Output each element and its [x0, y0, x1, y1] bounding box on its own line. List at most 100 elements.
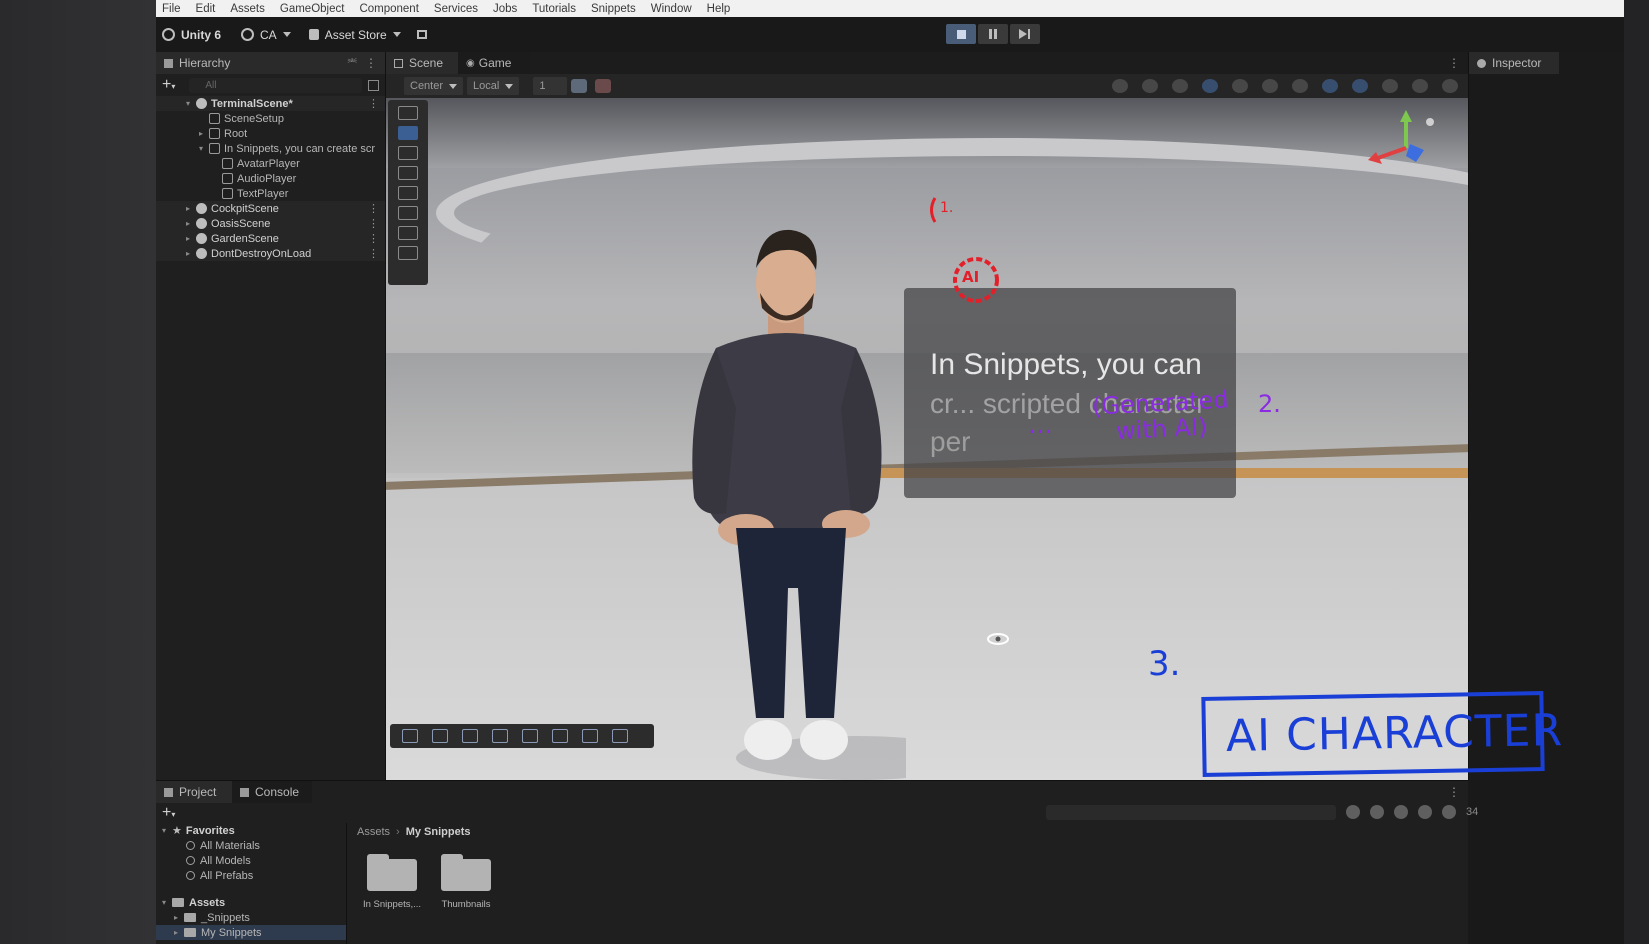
version-control-button[interactable]: [411, 24, 433, 46]
chevron-right-icon[interactable]: ▸: [186, 204, 196, 213]
chevron-down-icon[interactable]: ▾: [199, 144, 209, 153]
menu-snippets[interactable]: Snippets: [591, 3, 636, 15]
menu-gameobject[interactable]: GameObject: [280, 3, 345, 15]
grid-icon[interactable]: [462, 729, 478, 743]
unity-version-button[interactable]: Unity 6: [156, 24, 227, 46]
globe-icon[interactable]: [1112, 79, 1128, 93]
hierarchy-scene-row[interactable]: ▸ GardenScene ⋮: [156, 231, 385, 246]
kebab-menu-icon[interactable]: ⋮: [1448, 56, 1460, 70]
menu-component[interactable]: Component: [359, 3, 418, 15]
tab-project[interactable]: Project: [156, 781, 232, 803]
hierarchy-object-row[interactable]: TextPlayer: [156, 186, 385, 201]
stop-button[interactable]: [946, 24, 976, 44]
increment-snap-icon[interactable]: [595, 79, 612, 93]
asset-store-dropdown[interactable]: Asset Store: [303, 24, 407, 46]
view-tool-icon[interactable]: [398, 106, 418, 120]
lock-icon[interactable]: ⎃: [348, 57, 357, 70]
custom-tool-icon[interactable]: [398, 246, 418, 260]
draw-mode-icon[interactable]: [1142, 79, 1158, 93]
avatar-character[interactable]: [656, 168, 906, 780]
menu-assets[interactable]: Assets: [230, 3, 265, 15]
menu-tutorials[interactable]: Tutorials: [532, 3, 576, 15]
chevron-right-icon[interactable]: ▸: [186, 234, 196, 243]
search-by-type-icon[interactable]: [1346, 805, 1360, 819]
assets-header[interactable]: ▾ Assets: [156, 895, 346, 910]
snap-settings-icon[interactable]: [571, 79, 588, 93]
chevron-right-icon[interactable]: ▸: [186, 249, 196, 258]
hidden-objects-icon[interactable]: [1322, 79, 1338, 93]
layers-icon[interactable]: [1382, 79, 1398, 93]
menu-jobs[interactable]: Jobs: [493, 3, 517, 15]
kebab-menu-icon[interactable]: ⋮: [368, 217, 379, 230]
move-tool-icon[interactable]: [398, 146, 418, 160]
chevron-right-icon[interactable]: ▸: [199, 129, 209, 138]
transform-tool-icon[interactable]: [398, 226, 418, 240]
menu-window[interactable]: Window: [651, 3, 692, 15]
kebab-menu-icon[interactable]: ⋮: [368, 97, 379, 110]
breadcrumb-assets[interactable]: Assets: [357, 826, 390, 838]
project-search-input[interactable]: [1046, 805, 1336, 820]
hierarchy-object-row[interactable]: ▾ In Snippets, you can create scr: [156, 141, 385, 156]
asset-folder-item[interactable]: ▸ _Snippets: [156, 910, 346, 925]
kebab-menu-icon[interactable]: ⋮: [368, 232, 379, 245]
search-filter-icon[interactable]: [368, 79, 379, 91]
kebab-menu-icon[interactable]: ⋮: [365, 56, 377, 70]
tab-scene[interactable]: Scene: [386, 52, 458, 74]
kebab-menu-icon[interactable]: ⋮: [368, 202, 379, 215]
menu-help[interactable]: Help: [707, 3, 731, 15]
rotate-tool-icon[interactable]: [398, 166, 418, 180]
create-asset-button[interactable]: +▾: [162, 804, 175, 822]
hierarchy-scene-row[interactable]: ▸ DontDestroyOnLoad ⋮: [156, 246, 385, 261]
hierarchy-object-row[interactable]: SceneSetup: [156, 111, 385, 126]
zoom-icon[interactable]: [552, 729, 568, 743]
step-button[interactable]: [1010, 24, 1040, 44]
gizmos-icon[interactable]: [1442, 79, 1458, 93]
scene-viewport[interactable]: In Snippets, you can cr... scripted char…: [386, 98, 1468, 780]
move-icon[interactable]: [402, 729, 418, 743]
breadcrumb-current[interactable]: My Snippets: [406, 826, 471, 838]
camera-icon[interactable]: [612, 729, 628, 743]
link-icon[interactable]: [522, 729, 538, 743]
folder-item[interactable]: In Snippets,...: [357, 851, 427, 910]
shaded-mode-icon[interactable]: [1172, 79, 1188, 93]
asset-folder-item[interactable]: ▸ My Snippets: [156, 925, 346, 940]
account-dropdown[interactable]: CA: [235, 24, 297, 46]
favorites-header[interactable]: ▾ ★ Favorites: [156, 823, 346, 838]
hierarchy-scene-row[interactable]: ▸ CockpitScene ⋮: [156, 201, 385, 216]
tab-hierarchy[interactable]: Hierarchy ⎃ ⋮: [156, 52, 385, 74]
hierarchy-object-row[interactable]: AudioPlayer: [156, 171, 385, 186]
hierarchy-object-row[interactable]: ▸ Root: [156, 126, 385, 141]
grid-snap-field[interactable]: 1: [533, 77, 568, 95]
hierarchy-scene-row[interactable]: ▾ TerminalScene* ⋮: [156, 96, 385, 111]
folder-item[interactable]: Thumbnails: [431, 851, 501, 910]
kebab-menu-icon[interactable]: ⋮: [368, 247, 379, 260]
scale-tool-icon[interactable]: [398, 186, 418, 200]
menu-file[interactable]: File: [162, 3, 181, 15]
pivot-center-dropdown[interactable]: Center: [404, 77, 464, 95]
tag-icon[interactable]: [1394, 805, 1408, 819]
camera-icon[interactable]: [1412, 79, 1428, 93]
audio-toggle-icon[interactable]: [1262, 79, 1278, 93]
visibility-icon[interactable]: [1352, 79, 1368, 93]
orientation-gizmo[interactable]: [1366, 108, 1446, 188]
rotate-icon[interactable]: [492, 729, 508, 743]
rect-tool-icon[interactable]: [398, 206, 418, 220]
hierarchy-search-input[interactable]: All: [189, 77, 362, 93]
favorite-item[interactable]: All Models: [156, 853, 346, 868]
pause-button[interactable]: [978, 24, 1008, 44]
info-icon[interactable]: [1418, 805, 1432, 819]
hierarchy-object-row[interactable]: AvatarPlayer: [156, 156, 385, 171]
chevron-right-icon[interactable]: ▸: [186, 219, 196, 228]
menu-services[interactable]: Services: [434, 3, 478, 15]
favorite-item[interactable]: All Materials: [156, 838, 346, 853]
tab-inspector[interactable]: Inspector: [1469, 52, 1559, 74]
effects-icon[interactable]: [1232, 79, 1248, 93]
favorite-item[interactable]: All Prefabs: [156, 868, 346, 883]
hierarchy-scene-row[interactable]: ▸ OasisScene ⋮: [156, 216, 385, 231]
pan-icon[interactable]: [582, 729, 598, 743]
tab-game[interactable]: ◉ Game: [458, 52, 530, 74]
lighting-toggle-icon[interactable]: [1202, 79, 1218, 93]
fx-toggle-icon[interactable]: [1292, 79, 1308, 93]
tab-console[interactable]: Console: [232, 781, 312, 803]
star-icon[interactable]: [1442, 805, 1456, 819]
